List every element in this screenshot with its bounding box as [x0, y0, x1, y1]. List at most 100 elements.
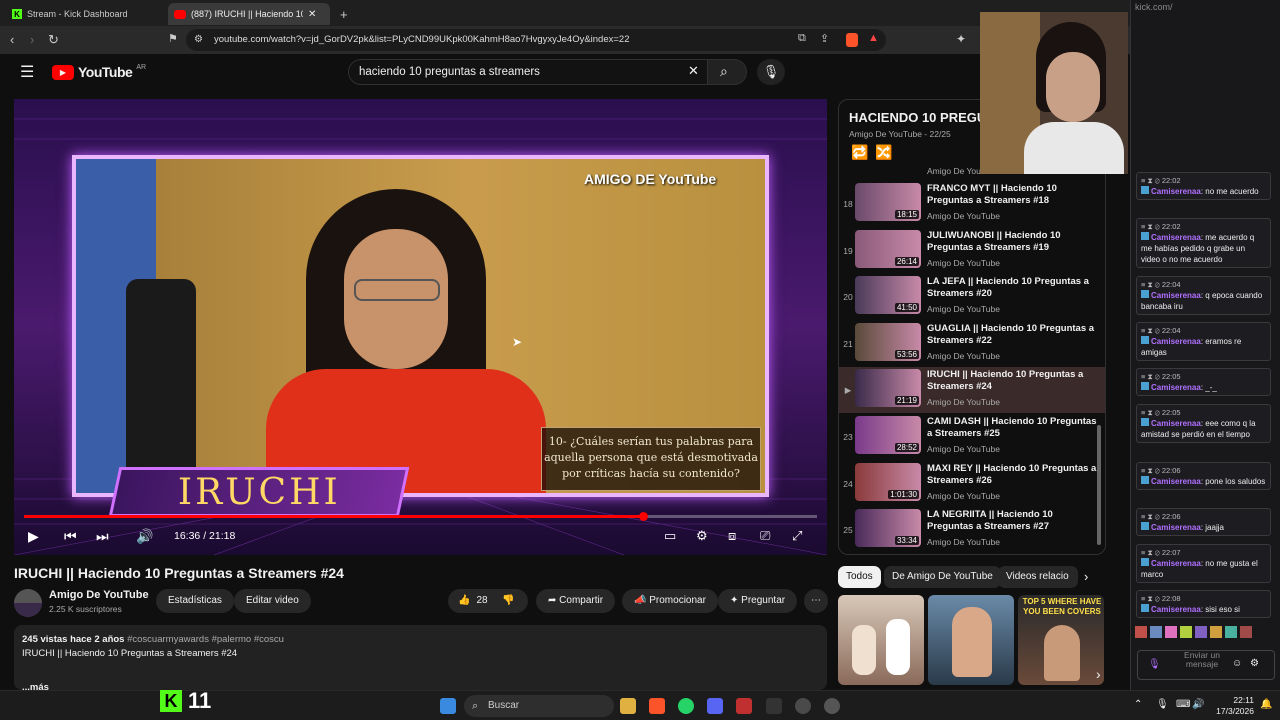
miniplayer-icon[interactable]: ⧈: [728, 528, 736, 544]
ban-icon[interactable]: ⊘: [1155, 548, 1160, 557]
chip-from-channel[interactable]: De Amigo De YouTube: [884, 566, 1001, 588]
ban-icon[interactable]: ⊘: [1155, 176, 1160, 185]
playlist-item[interactable]: 24 1:01:30 MAXI REY || Haciendo 10 Pregunt…: [839, 461, 1105, 507]
whatsapp-icon[interactable]: [678, 698, 694, 714]
timeout-icon[interactable]: ⧗: [1147, 280, 1152, 289]
pin-icon[interactable]: ≡: [1141, 512, 1145, 521]
recs-next-icon[interactable]: ›: [1096, 666, 1101, 682]
pin-icon[interactable]: ≡: [1141, 222, 1145, 231]
playlist-item[interactable]: 25 33:34 LA NEGRIITA || Haciendo 10 Pregun…: [839, 507, 1105, 553]
media-player-icon[interactable]: [824, 698, 840, 714]
chat-username[interactable]: Camiserenaa: [1151, 233, 1201, 242]
emote-icon[interactable]: [1225, 626, 1237, 638]
share-button[interactable]: ➦ Compartir: [536, 589, 616, 613]
chat-message[interactable]: ≡ ⧗ ⊘ 22:08 Camiserenaa: sisi eso si: [1136, 590, 1271, 618]
new-tab-button[interactable]: +: [334, 3, 354, 25]
more-actions-button[interactable]: ⋯: [804, 589, 828, 613]
pin-icon[interactable]: ≡: [1141, 372, 1145, 381]
clear-search-icon[interactable]: ✕: [688, 63, 699, 79]
timeout-icon[interactable]: ⧗: [1147, 512, 1152, 521]
share-icon[interactable]: ⇪: [820, 32, 829, 45]
shuffle-icon[interactable]: 🔀: [875, 144, 892, 161]
taskbar-clock[interactable]: 22:11 17/3/2026: [1212, 695, 1254, 717]
tray-mic-icon[interactable]: 🎙: [1156, 699, 1169, 710]
ban-icon[interactable]: ⊘: [1155, 512, 1160, 521]
timeout-icon[interactable]: ⧗: [1147, 326, 1152, 335]
brave-browser-icon[interactable]: [649, 698, 665, 714]
playlist-scrollbar[interactable]: [1097, 425, 1101, 545]
forward-icon[interactable]: ›: [30, 32, 34, 47]
ask-button[interactable]: ✦ Preguntar: [718, 589, 798, 613]
bookmark-icon[interactable]: ⚑: [168, 32, 178, 45]
chat-message[interactable]: ≡ ⧗ ⊘ 22:04 Camiserenaa: q epoca cuando b…: [1136, 276, 1271, 315]
chat-message[interactable]: ≡ ⧗ ⊘ 22:06 Camiserenaa: pone los saludos: [1136, 462, 1271, 490]
timeout-icon[interactable]: ⧗: [1147, 466, 1152, 475]
microphone-icon[interactable]: 🎙: [1148, 659, 1161, 670]
video-player[interactable]: AMIGO DE YouTube IRUCHI 10- ¿Cuáles serí…: [14, 99, 827, 555]
tab-kick-dashboard[interactable]: K Stream - Kick Dashboard: [6, 3, 166, 25]
chat-message[interactable]: ≡ ⧗ ⊘ 22:05 Camiserenaa: eee como q la am…: [1136, 404, 1271, 443]
play-icon[interactable]: ▶: [28, 528, 39, 545]
brave-shield-icon[interactable]: [846, 33, 858, 47]
reload-icon[interactable]: ↻: [48, 32, 59, 48]
previous-icon[interactable]: ⏮: [64, 528, 77, 545]
channel-name[interactable]: Amigo De YouTube: [49, 589, 149, 601]
pin-icon[interactable]: ≡: [1141, 548, 1145, 557]
timeout-icon[interactable]: ⧗: [1147, 408, 1152, 417]
url-field[interactable]: youtube.com/watch?v=jd_GorDV2pk&list=PLy…: [186, 29, 886, 51]
windows-start-icon[interactable]: [440, 698, 456, 714]
recommendation-thumb-3[interactable]: TOP 5 WHERE HAVE YOU BEEN COVERS: [1018, 595, 1104, 685]
description-box[interactable]: 245 vistas hace 2 años #coscuarmyawards …: [14, 625, 827, 693]
playlist-title[interactable]: HACIENDO 10 PREGUI: [849, 110, 990, 125]
settings-gear-icon[interactable]: ⚙: [696, 528, 708, 544]
cast-icon[interactable]: ⎚: [760, 528, 770, 544]
streamlabs-icon[interactable]: [766, 698, 782, 714]
emote-icon[interactable]: [1165, 626, 1177, 638]
timeout-icon[interactable]: ⧗: [1147, 176, 1152, 185]
stats-button[interactable]: Estadísticas: [156, 589, 234, 613]
site-info-icon[interactable]: ⚙: [194, 34, 203, 45]
chat-username[interactable]: Camiserenaa: [1151, 337, 1201, 346]
extensions-icon[interactable]: ✦: [956, 32, 966, 46]
chip-related[interactable]: Videos relacio: [998, 566, 1078, 588]
back-icon[interactable]: ‹: [10, 32, 14, 47]
youtube-logo[interactable]: ▶ YouTube AR: [52, 64, 146, 80]
obs-icon[interactable]: [795, 698, 811, 714]
tab-youtube-video[interactable]: (887) IRUCHI || Haciendo 10 Pre ✕: [168, 3, 330, 25]
chat-message[interactable]: ≡ ⧗ ⊘ 22:06 Camiserenaa: jaajja: [1136, 508, 1271, 536]
timeout-icon[interactable]: ⧗: [1147, 594, 1152, 603]
pin-icon[interactable]: ≡: [1141, 326, 1145, 335]
voice-search-button[interactable]: 🎙: [757, 59, 785, 85]
next-icon[interactable]: ⏭: [96, 528, 109, 545]
chat-username[interactable]: Camiserenaa: [1151, 559, 1201, 568]
thumbs-down-icon[interactable]: 👎: [502, 589, 514, 613]
search-input[interactable]: haciendo 10 preguntas a streamers: [348, 59, 708, 85]
volume-icon[interactable]: 🔊: [136, 528, 153, 545]
ban-icon[interactable]: ⊘: [1155, 594, 1160, 603]
notification-icon[interactable]: 🔔: [1260, 699, 1272, 710]
pin-icon[interactable]: ≡: [1141, 466, 1145, 475]
edit-video-button[interactable]: Editar video: [234, 589, 311, 613]
chat-message[interactable]: ≡ ⧗ ⊘ 22:02 Camiserenaa: no me acuerdo: [1136, 172, 1271, 200]
recommendation-thumb-2[interactable]: [928, 595, 1014, 685]
tray-volume-icon[interactable]: 🔊: [1192, 699, 1204, 710]
file-explorer-icon[interactable]: [620, 698, 636, 714]
ban-icon[interactable]: ⊘: [1155, 326, 1160, 335]
timeout-icon[interactable]: ⧗: [1147, 548, 1152, 557]
open-in-icon[interactable]: ⧉: [798, 32, 806, 45]
pin-icon[interactable]: ≡: [1141, 176, 1145, 185]
ban-icon[interactable]: ⊘: [1155, 372, 1160, 381]
playlist-item[interactable]: 23 28:52 CAMI DASH || Haciendo 10 Pregunta…: [839, 414, 1105, 460]
ban-icon[interactable]: ⊘: [1155, 280, 1160, 289]
hashtags[interactable]: #coscuarmyawards #palermo #coscu: [127, 634, 284, 645]
tray-expand-icon[interactable]: ⌃: [1134, 699, 1142, 710]
emote-icon[interactable]: [1150, 626, 1162, 638]
emote-icon[interactable]: [1180, 626, 1192, 638]
chip-all[interactable]: Todos: [838, 566, 881, 588]
menu-icon[interactable]: ☰: [20, 62, 34, 82]
tray-network-icon[interactable]: ⌨: [1176, 699, 1190, 710]
timeout-icon[interactable]: ⧗: [1147, 372, 1152, 381]
chat-input[interactable]: 🎙 Enviar un mensaje ☺ ⚙: [1137, 650, 1275, 680]
ban-icon[interactable]: ⊘: [1155, 466, 1160, 475]
progress-scrubber[interactable]: [638, 512, 648, 521]
